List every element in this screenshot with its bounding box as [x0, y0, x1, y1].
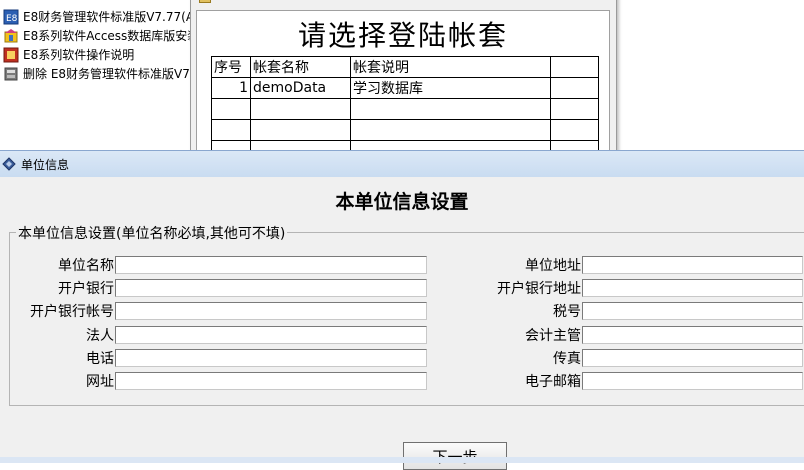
- desktop-shortcut-manual[interactable]: E8系列软件操作说明: [0, 45, 196, 64]
- column-header-desc: 帐套说明: [350, 56, 551, 78]
- installer-icon: [3, 28, 19, 44]
- field-label: 电子邮箱: [525, 374, 581, 390]
- window-title: 单位信息: [21, 157, 70, 172]
- bank-address-input[interactable]: [582, 279, 803, 297]
- field-label: 单位地址: [525, 258, 581, 274]
- unit-info-window: 单位信息 本单位信息设置 本单位信息设置(单位名称必填,其他可不填) 单位名称 …: [0, 150, 804, 470]
- field-row-tax-id: 税号: [10, 301, 803, 321]
- account-panel: 请选择登陆帐套 序号 帐套名称 帐套说明 1 demoData 学习数据库: [196, 10, 610, 162]
- help-icon: [3, 47, 19, 63]
- account-window-title: 请选择登陆帐套: [297, 19, 508, 52]
- tax-id-input[interactable]: [582, 302, 803, 320]
- row-extra: [550, 77, 599, 99]
- desktop-shortcut-list: E8 E8财务管理软件标准版V7.77(A E8系列软件Access数据库版安装…: [0, 7, 196, 83]
- table-row[interactable]: 1 demoData 学习数据库: [211, 77, 599, 99]
- fax-input[interactable]: [582, 349, 803, 367]
- account-select-window: 请选择登陆帐套 序号 帐套名称 帐套说明 1 demoData 学习数据库: [190, 0, 617, 162]
- table-row-empty[interactable]: [211, 98, 599, 120]
- desktop-shortcut-access-installer[interactable]: E8系列软件Access数据库版安装: [0, 26, 196, 45]
- field-row-email: 电子邮箱: [10, 371, 803, 391]
- row-no: 1: [211, 77, 251, 99]
- row-name: demoData: [250, 77, 351, 99]
- field-row-accountant: 会计主管: [10, 325, 803, 345]
- account-table: 序号 帐套名称 帐套说明 1 demoData 学习数据库: [211, 56, 599, 162]
- address-input[interactable]: [582, 256, 803, 274]
- window-bottom-border: [0, 457, 804, 463]
- window-body: 本单位信息设置 本单位信息设置(单位名称必填,其他可不填) 单位名称 开户银行 …: [0, 177, 804, 470]
- field-label: 开户银行地址: [497, 281, 581, 297]
- desktop-shortcut-label: E8系列软件操作说明: [23, 48, 135, 62]
- window-titlebar[interactable]: 单位信息: [0, 150, 804, 177]
- column-header-no: 序号: [211, 56, 251, 78]
- column-header-extra: [550, 56, 599, 78]
- field-row-address: 单位地址: [10, 255, 803, 275]
- table-header-row: 序号 帐套名称 帐套说明: [211, 56, 599, 78]
- field-label: 传真: [553, 351, 581, 367]
- field-row-fax: 传真: [10, 348, 803, 368]
- book-icon: [2, 157, 16, 171]
- table-row-empty[interactable]: [211, 119, 599, 141]
- svg-text:E8: E8: [6, 14, 18, 24]
- desktop-shortcut-e8-app[interactable]: E8 E8财务管理软件标准版V7.77(A: [0, 7, 196, 26]
- row-desc: 学习数据库: [350, 77, 551, 99]
- desktop-shortcut-uninstall[interactable]: 删除 E8财务管理软件标准版V7: [0, 64, 196, 83]
- next-button[interactable]: 下一步: [403, 442, 507, 470]
- accountant-input[interactable]: [582, 326, 803, 344]
- desktop-shortcut-label: E8系列软件Access数据库版安装: [23, 29, 196, 43]
- desktop-shortcut-label: 删除 E8财务管理软件标准版V7: [23, 67, 190, 81]
- email-input[interactable]: [582, 372, 803, 390]
- window-icon: [199, 0, 211, 3]
- page-title: 本单位信息设置: [335, 191, 469, 213]
- groupbox-legend: 本单位信息设置(单位名称必填,其他可不填): [16, 223, 288, 243]
- column-header-name: 帐套名称: [250, 56, 351, 78]
- desktop-shortcut-label: E8财务管理软件标准版V7.77(A: [23, 10, 195, 24]
- app-icon: E8: [3, 9, 19, 25]
- uninstall-icon: [3, 66, 19, 82]
- field-row-bank-address: 开户银行地址: [10, 278, 803, 298]
- field-label: 会计主管: [525, 328, 581, 344]
- field-label: 税号: [553, 304, 581, 320]
